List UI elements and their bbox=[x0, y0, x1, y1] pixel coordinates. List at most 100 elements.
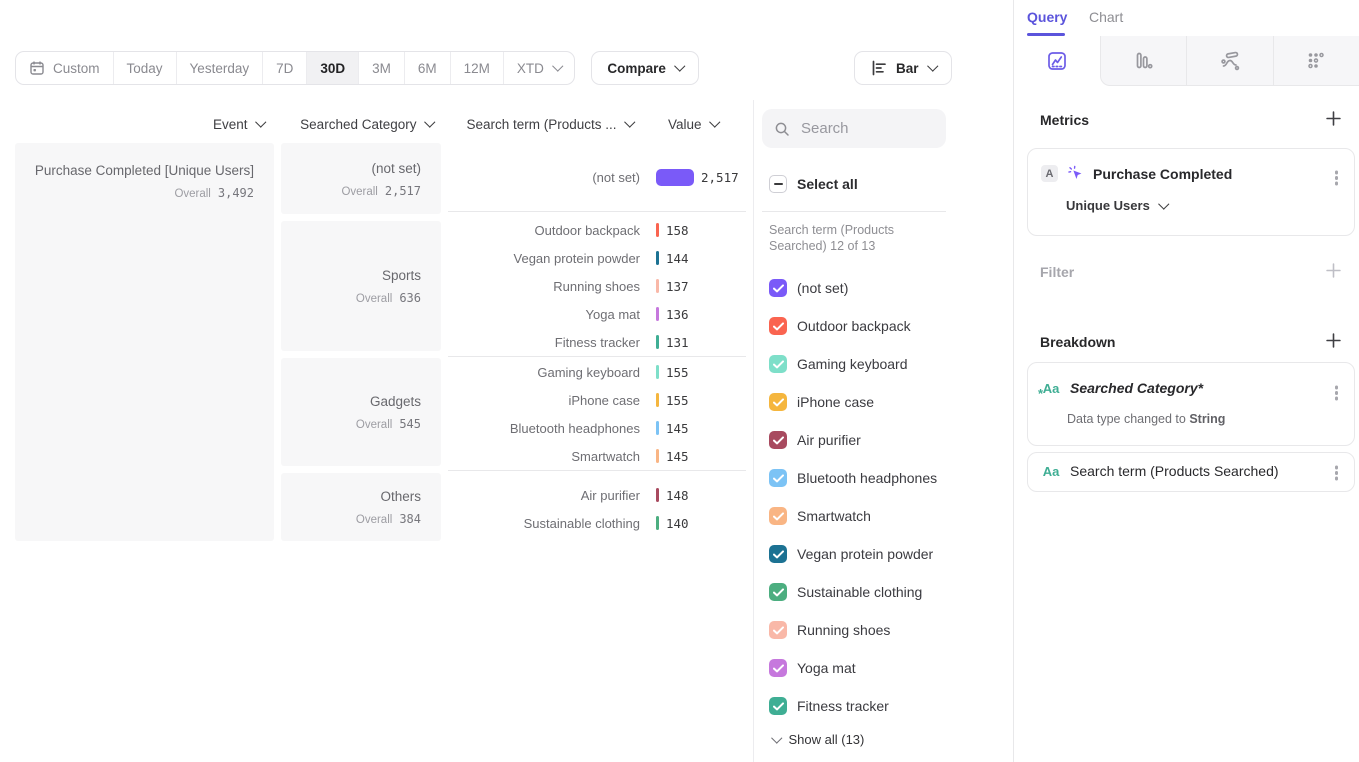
checkbox-checked[interactable] bbox=[769, 469, 787, 487]
series-row[interactable]: Sustainable clothing140 bbox=[448, 509, 746, 537]
category-overall: Overall2,517 bbox=[341, 184, 421, 198]
select-all-checkbox-indeterminate[interactable] bbox=[769, 175, 787, 193]
category-cell[interactable]: SportsOverall636 bbox=[281, 221, 441, 351]
series-row[interactable]: Smartwatch145 bbox=[448, 442, 746, 470]
legend-item[interactable]: Outdoor backpack bbox=[769, 307, 1004, 345]
compare-button[interactable]: Compare bbox=[591, 51, 699, 85]
legend-item[interactable]: (not set) bbox=[769, 269, 1004, 307]
breakdown-card[interactable]: Aa Search term (Products Searched) bbox=[1027, 452, 1355, 492]
checkbox-checked[interactable] bbox=[769, 697, 787, 715]
date-preset-label: XTD bbox=[517, 61, 544, 76]
event-cell[interactable]: Purchase Completed [Unique Users] Overal… bbox=[15, 143, 274, 541]
legend-item[interactable]: Yoga mat bbox=[769, 649, 1004, 687]
search-input[interactable] bbox=[799, 119, 934, 138]
legend-item-label: (not set) bbox=[797, 280, 848, 296]
date-preset-custom[interactable]: Custom bbox=[16, 52, 113, 84]
legend-item-label: Smartwatch bbox=[797, 508, 871, 524]
category-cell[interactable]: OthersOverall384 bbox=[281, 473, 441, 541]
date-preset-3m[interactable]: 3M bbox=[358, 52, 404, 84]
add-breakdown-button[interactable] bbox=[1325, 332, 1341, 348]
column-header-search-term[interactable]: Search term (Products ... bbox=[448, 115, 633, 133]
legend-item[interactable]: Smartwatch bbox=[769, 497, 1004, 535]
checkbox-checked[interactable] bbox=[769, 317, 787, 335]
tab-query[interactable]: Query bbox=[1027, 9, 1067, 25]
checkbox-checked[interactable] bbox=[769, 431, 787, 449]
legend-item[interactable]: Running shoes bbox=[769, 611, 1004, 649]
date-preset-7d[interactable]: 7D bbox=[262, 52, 306, 84]
legend-search-box[interactable] bbox=[762, 109, 946, 148]
series-row[interactable]: Gaming keyboard155 bbox=[448, 358, 746, 386]
series-row[interactable]: (not set)2,517 bbox=[448, 163, 746, 191]
checkbox-checked[interactable] bbox=[769, 659, 787, 677]
tab-flows[interactable] bbox=[1186, 36, 1273, 86]
metric-card[interactable]: A Purchase Completed Unique Users bbox=[1027, 148, 1355, 236]
series-row[interactable]: iPhone case155 bbox=[448, 386, 746, 414]
legend-item-label: iPhone case bbox=[797, 394, 874, 410]
date-preset-today[interactable]: Today bbox=[113, 52, 176, 84]
chart-type-button[interactable]: Bar bbox=[854, 51, 952, 85]
show-all-label: Show all (13) bbox=[789, 732, 865, 747]
legend-item[interactable]: Gaming keyboard bbox=[769, 345, 1004, 383]
calendar-icon bbox=[29, 60, 45, 76]
column-header-category[interactable]: Searched Category bbox=[281, 115, 433, 133]
date-preset-12m[interactable]: 12M bbox=[450, 52, 503, 84]
tab-chart[interactable]: Chart bbox=[1089, 9, 1123, 25]
value-bar bbox=[656, 307, 659, 321]
row-group: (not set)2,517 bbox=[448, 143, 746, 211]
value-bar bbox=[656, 365, 659, 379]
measure-selector[interactable]: Unique Users bbox=[1066, 198, 1167, 213]
series-row[interactable]: Vegan protein powder144 bbox=[448, 244, 746, 272]
series-term-label: Gaming keyboard bbox=[448, 365, 640, 380]
legend-item[interactable]: Air purifier bbox=[769, 421, 1004, 459]
tab-retention[interactable] bbox=[1273, 36, 1359, 86]
check-icon bbox=[773, 284, 784, 293]
tab-funnel[interactable] bbox=[1100, 36, 1187, 86]
series-row[interactable]: Running shoes137 bbox=[448, 272, 746, 300]
series-row[interactable]: Air purifier148 bbox=[448, 481, 746, 509]
category-overall: Overall636 bbox=[356, 291, 421, 305]
checkbox-checked[interactable] bbox=[769, 507, 787, 525]
category-cell[interactable]: GadgetsOverall545 bbox=[281, 358, 441, 466]
show-all-button[interactable]: Show all (13) bbox=[771, 732, 864, 747]
checkbox-checked[interactable] bbox=[769, 545, 787, 563]
select-all-row[interactable]: Select all bbox=[769, 175, 858, 193]
kebab-menu-icon[interactable] bbox=[1335, 471, 1339, 475]
series-value: 155 bbox=[666, 393, 689, 408]
legend-item[interactable]: Vegan protein powder bbox=[769, 535, 1004, 573]
column-header-value[interactable]: Value bbox=[668, 115, 738, 133]
legend-item[interactable]: Sustainable clothing bbox=[769, 573, 1004, 611]
legend-item[interactable]: Fitness tracker bbox=[769, 687, 1004, 725]
value-bar bbox=[656, 488, 659, 502]
value-bar bbox=[656, 169, 694, 186]
chevron-down-icon bbox=[771, 732, 782, 743]
series-term-label: Running shoes bbox=[448, 279, 640, 294]
series-row[interactable]: Bluetooth headphones145 bbox=[448, 414, 746, 442]
checkbox-checked[interactable] bbox=[769, 621, 787, 639]
series-value: 158 bbox=[666, 223, 689, 238]
event-sparkle-icon bbox=[1067, 165, 1084, 182]
minus-icon bbox=[774, 183, 783, 185]
kebab-menu-icon[interactable] bbox=[1335, 176, 1339, 180]
add-metric-button[interactable] bbox=[1325, 110, 1341, 126]
add-filter-button[interactable] bbox=[1325, 262, 1341, 278]
legend-item[interactable]: Bluetooth headphones bbox=[769, 459, 1004, 497]
check-icon bbox=[773, 360, 784, 369]
checkbox-checked[interactable] bbox=[769, 393, 787, 411]
checkbox-checked[interactable] bbox=[769, 355, 787, 373]
series-term-label: Vegan protein powder bbox=[448, 251, 640, 266]
tab-insights[interactable] bbox=[1014, 36, 1100, 86]
series-row[interactable]: Yoga mat136 bbox=[448, 300, 746, 328]
date-preset-xtd[interactable]: XTD bbox=[503, 52, 575, 84]
date-preset-yesterday[interactable]: Yesterday bbox=[176, 52, 263, 84]
checkbox-checked[interactable] bbox=[769, 279, 787, 297]
date-preset-6m[interactable]: 6M bbox=[404, 52, 450, 84]
category-cell[interactable]: (not set)Overall2,517 bbox=[281, 143, 441, 214]
series-row[interactable]: Fitness tracker131 bbox=[448, 328, 746, 356]
breakdown-card[interactable]: Aa Searched Category* Data type changed … bbox=[1027, 362, 1355, 446]
kebab-menu-icon[interactable] bbox=[1335, 391, 1339, 395]
series-row[interactable]: Outdoor backpack158 bbox=[448, 216, 746, 244]
column-header-event[interactable]: Event bbox=[15, 115, 264, 133]
checkbox-checked[interactable] bbox=[769, 583, 787, 601]
legend-item[interactable]: iPhone case bbox=[769, 383, 1004, 421]
date-preset-30d[interactable]: 30D bbox=[306, 52, 358, 84]
